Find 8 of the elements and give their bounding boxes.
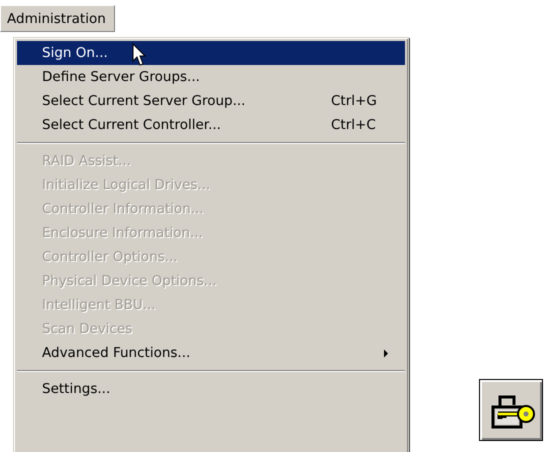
menu-item[interactable]: Advanced Functions... — [17, 341, 405, 365]
menu-item[interactable]: Define Server Groups... — [17, 65, 405, 89]
menu-bar-item[interactable]: Administration — [0, 5, 115, 32]
menu-item[interactable]: Select Current Controller... Ctrl+C — [17, 113, 405, 137]
menu-item[interactable]: Settings... — [17, 377, 405, 401]
menu-item[interactable]: Sign On... — [17, 41, 405, 65]
sign-on-toolbar-button[interactable] — [479, 379, 543, 441]
menu-item[interactable]: Select Current Server Group... Ctrl+G — [17, 89, 405, 113]
